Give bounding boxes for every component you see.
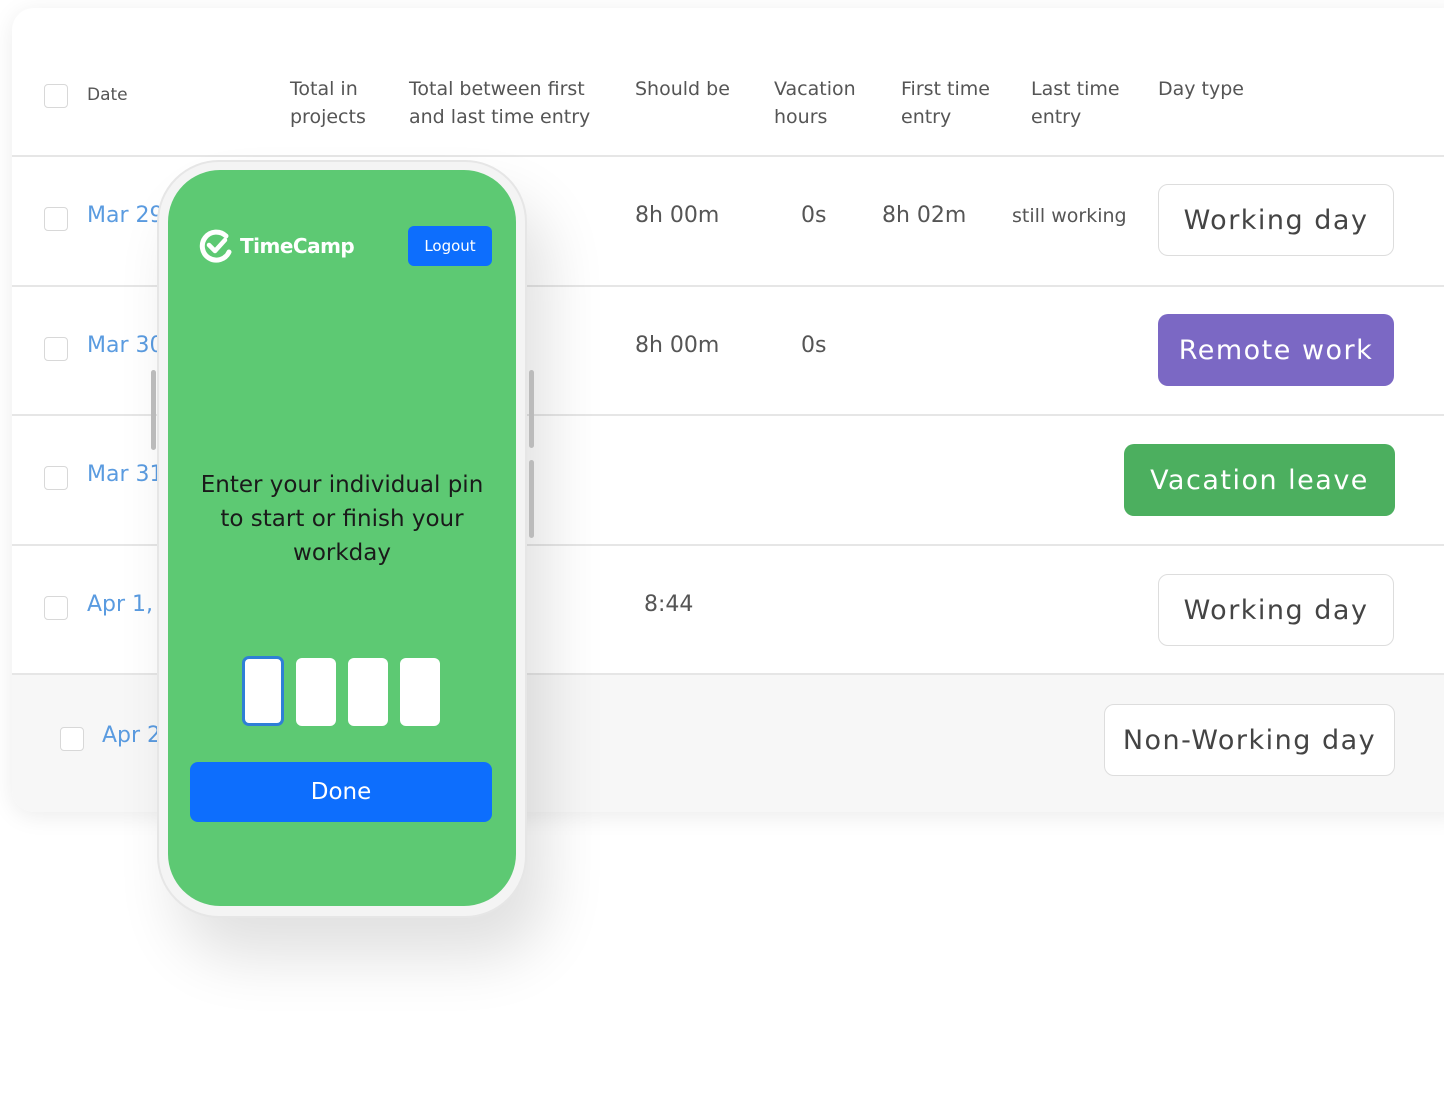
phone-button bbox=[151, 370, 156, 450]
date-link[interactable]: Apr 2 bbox=[102, 723, 161, 748]
phone-mockup: TimeCamp Logout Enter your individual pi… bbox=[151, 160, 534, 918]
row-checkbox[interactable] bbox=[44, 337, 68, 361]
should-be: 8h 00m bbox=[635, 333, 720, 358]
col-first-entry[interactable]: First time entry bbox=[901, 75, 1001, 131]
date-link[interactable]: Mar 31 bbox=[87, 462, 164, 487]
done-button[interactable]: Done bbox=[190, 762, 492, 822]
day-type-button[interactable]: Remote work bbox=[1158, 314, 1394, 386]
pin-prompt: Enter your individual pin to start or fi… bbox=[200, 472, 484, 566]
row-checkbox[interactable] bbox=[44, 596, 68, 620]
day-type-button[interactable]: Working day bbox=[1158, 574, 1394, 646]
should-be: 8:44 bbox=[644, 592, 694, 617]
select-all-checkbox[interactable] bbox=[44, 84, 68, 108]
col-date[interactable]: Date bbox=[87, 81, 128, 109]
vacation-hours: 0s bbox=[801, 333, 827, 358]
row-checkbox[interactable] bbox=[60, 727, 84, 751]
pin-digit-input[interactable] bbox=[400, 658, 440, 726]
date-link[interactable]: Mar 29 bbox=[87, 203, 164, 228]
pin-digit-input[interactable] bbox=[296, 658, 336, 726]
col-day-type[interactable]: Day type bbox=[1158, 75, 1244, 103]
phone-button bbox=[529, 370, 534, 448]
col-should-be[interactable]: Should be bbox=[635, 75, 730, 103]
brand-name: TimeCamp bbox=[240, 234, 355, 258]
day-type-button[interactable]: Non-Working day bbox=[1104, 704, 1395, 776]
last-entry: still working bbox=[1012, 205, 1127, 227]
date-link[interactable]: Apr 1, bbox=[87, 592, 153, 617]
timecamp-logo-icon bbox=[199, 229, 232, 263]
col-vacation[interactable]: Vacation hours bbox=[774, 75, 874, 131]
date-link[interactable]: Mar 30 bbox=[87, 333, 164, 358]
pin-screen: TimeCamp Logout Enter your individual pi… bbox=[168, 170, 516, 906]
col-total-between[interactable]: Total between first and last time entry bbox=[409, 75, 619, 131]
should-be: 8h 00m bbox=[635, 203, 720, 228]
day-type-button[interactable]: Vacation leave bbox=[1124, 444, 1395, 516]
vacation-hours: 0s bbox=[801, 203, 827, 228]
col-last-entry[interactable]: Last time entry bbox=[1031, 75, 1131, 131]
day-type-button[interactable]: Working day bbox=[1158, 184, 1394, 256]
pin-digit-input[interactable] bbox=[242, 656, 284, 726]
phone-button bbox=[529, 460, 534, 538]
col-total-projects[interactable]: Total in projects bbox=[290, 75, 390, 131]
logout-button[interactable]: Logout bbox=[408, 226, 492, 266]
first-entry: 8h 02m bbox=[882, 203, 967, 228]
row-checkbox[interactable] bbox=[44, 466, 68, 490]
pin-digit-input[interactable] bbox=[348, 658, 388, 726]
row-checkbox[interactable] bbox=[44, 207, 68, 231]
table-header: Date Total in projects Total between fir… bbox=[12, 8, 1444, 157]
